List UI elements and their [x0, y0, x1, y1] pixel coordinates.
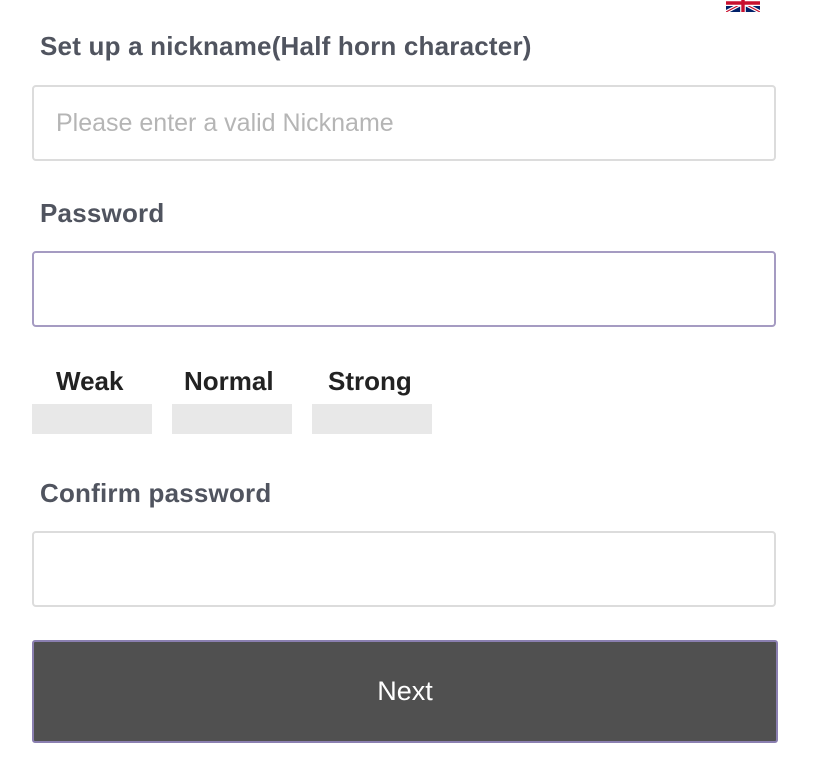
strength-strong-label: Strong — [328, 366, 412, 396]
password-label: Password — [40, 198, 165, 228]
next-button[interactable]: Next — [32, 640, 778, 743]
strength-weak-label: Weak — [56, 366, 124, 396]
strength-normal-label: Normal — [184, 366, 274, 396]
strength-normal-bar — [172, 404, 292, 434]
strength-weak-bar — [32, 404, 152, 434]
strength-strong-bar — [312, 404, 432, 434]
uk-flag-icon[interactable] — [726, 0, 760, 12]
confirm-password-label: Confirm password — [40, 478, 272, 508]
nickname-input[interactable] — [32, 85, 776, 161]
confirm-password-input[interactable] — [32, 531, 776, 607]
nickname-label: Set up a nickname(Half horn character) — [40, 31, 532, 61]
password-input[interactable] — [32, 251, 776, 327]
